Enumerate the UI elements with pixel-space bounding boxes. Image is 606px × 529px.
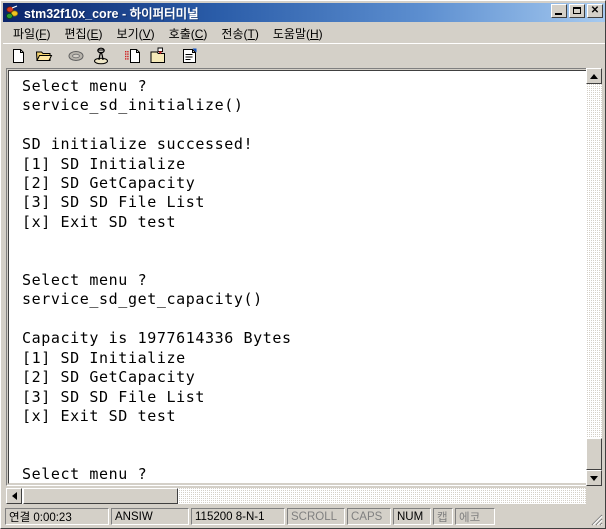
resize-grip[interactable] xyxy=(589,512,603,526)
disconnect-phone-icon xyxy=(68,51,84,61)
minimize-button[interactable] xyxy=(551,4,567,18)
title-bar[interactable]: stm32f10x_core - 하이퍼터미널 ✕ xyxy=(3,3,605,22)
menu-accel-help: H xyxy=(309,26,319,41)
menu-accel-file: F xyxy=(39,26,47,41)
status-connection: 연결 0:00:23 xyxy=(5,508,109,525)
status-num-indicator: NUM xyxy=(393,508,431,525)
menu-item-edit[interactable]: 편집(E) xyxy=(57,23,109,44)
hyperterminal-icon xyxy=(5,4,21,21)
hyperterminal-window: stm32f10x_core - 하이퍼터미널 ✕ 파일(F) 편집(E) 보기… xyxy=(0,0,606,529)
menu-item-view[interactable]: 보기(V) xyxy=(110,23,162,44)
menu-label-help: 도움말 xyxy=(272,26,306,41)
toolbar xyxy=(3,43,605,68)
terminal-screen[interactable]: Select menu ? service_sd_initialize() SD… xyxy=(8,70,600,484)
menu-bar: 파일(F) 편집(E) 보기(V) 호출(C) 전송(T) 도움말(H) xyxy=(3,23,605,43)
terminal-frame: Select menu ? service_sd_initialize() SD… xyxy=(6,68,602,486)
properties-button[interactable] xyxy=(178,45,202,67)
scroll-up-button[interactable] xyxy=(586,68,602,84)
open-button[interactable] xyxy=(32,45,56,67)
scroll-left-button[interactable] xyxy=(6,488,22,504)
call-phone-icon xyxy=(94,47,108,65)
scrollbar-corner xyxy=(586,488,602,504)
menu-accel-call: C xyxy=(194,26,204,41)
menu-label-file: 파일 xyxy=(13,26,36,41)
status-echo-indicator: 에코 xyxy=(455,508,495,525)
arrow-left-icon xyxy=(11,492,17,500)
menu-item-transfer[interactable]: 전송(T) xyxy=(214,23,265,44)
menu-accel-transfer: T xyxy=(247,26,255,41)
call-button[interactable] xyxy=(89,45,113,67)
menu-item-help[interactable]: 도움말(H) xyxy=(266,23,330,44)
close-icon: ✕ xyxy=(590,5,600,16)
menu-item-file[interactable]: 파일(F) xyxy=(6,23,57,44)
menu-label-view: 보기 xyxy=(116,26,139,41)
status-emulation: ANSIW xyxy=(111,508,189,525)
status-scroll-indicator: SCROLL xyxy=(287,508,345,525)
menu-label-edit: 편집 xyxy=(64,26,87,41)
receive-file-icon xyxy=(150,47,165,63)
maximize-button[interactable] xyxy=(569,4,585,18)
toolbar-separator-3 xyxy=(171,45,178,67)
open-folder-icon xyxy=(35,51,53,61)
send-file-icon xyxy=(125,49,140,63)
status-caps-indicator: CAPS xyxy=(347,508,391,525)
minimize-icon xyxy=(555,13,562,15)
toolbar-separator-2 xyxy=(114,45,121,67)
disconnect-button[interactable] xyxy=(64,45,88,67)
menu-accel-edit: E xyxy=(90,26,99,41)
maximize-icon xyxy=(573,7,581,14)
scroll-down-button[interactable] xyxy=(586,470,602,486)
new-connection-icon xyxy=(13,49,24,63)
menu-label-call: 호출 xyxy=(168,26,191,41)
new-connection-button[interactable] xyxy=(7,45,31,67)
status-bar: 연결 0:00:23 ANSIW 115200 8-N-1 SCROLL CAP… xyxy=(3,506,605,527)
vertical-scrollbar[interactable] xyxy=(586,68,602,486)
vertical-scroll-thumb[interactable] xyxy=(586,438,602,470)
arrow-down-icon xyxy=(590,475,598,481)
properties-icon xyxy=(183,48,197,63)
send-button[interactable] xyxy=(121,45,145,67)
horizontal-scroll-thumb[interactable] xyxy=(23,488,178,504)
window-controls: ✕ xyxy=(551,4,603,18)
horizontal-scrollbar[interactable] xyxy=(6,488,586,504)
menu-accel-view: V xyxy=(142,26,151,41)
toolbar-separator-1 xyxy=(57,45,64,67)
terminal-output: Select menu ? service_sd_initialize() SD… xyxy=(22,77,292,484)
status-capture-indicator: 캡 xyxy=(433,508,453,525)
menu-item-call[interactable]: 호출(C) xyxy=(162,23,215,44)
close-button[interactable]: ✕ xyxy=(587,4,603,18)
menu-label-transfer: 전송 xyxy=(221,26,244,41)
status-line-settings: 115200 8-N-1 xyxy=(191,508,285,525)
arrow-up-icon xyxy=(590,73,598,79)
window-title: stm32f10x_core - 하이퍼터미널 xyxy=(24,7,199,21)
vertical-scroll-track[interactable] xyxy=(586,84,602,470)
receive-button[interactable] xyxy=(146,45,170,67)
